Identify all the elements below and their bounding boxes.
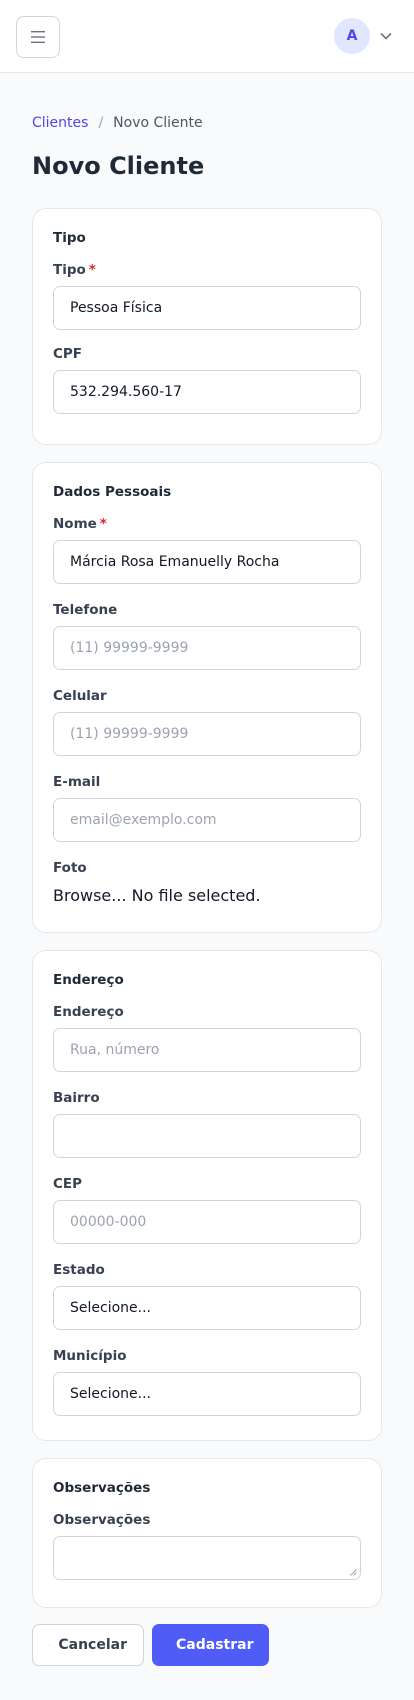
user-menu[interactable]: A xyxy=(334,18,392,54)
form-actions: Cancelar Cadastrar xyxy=(32,1624,382,1666)
bairro-label: Bairro xyxy=(53,1090,100,1106)
celular-input[interactable]: (11) 99999-9999 xyxy=(53,712,361,756)
nome-label-text: Nome xyxy=(53,516,97,532)
observacoes-section-title: Observações xyxy=(53,1480,151,1496)
estado-label: Estado xyxy=(53,1262,105,1278)
telefone-label: Telefone xyxy=(53,602,118,618)
estado-select[interactable]: Selecione... xyxy=(53,1286,361,1330)
endereco-section-title: Endereço xyxy=(53,972,124,988)
celular-label: Celular xyxy=(53,688,107,704)
resize-grip-icon[interactable] xyxy=(350,1569,357,1576)
browse-button[interactable]: Browse... xyxy=(53,886,127,905)
email-label: E-mail xyxy=(53,774,101,790)
nome-label: Nome * xyxy=(53,515,361,533)
foto-file-input[interactable]: Browse... No file selected. xyxy=(53,886,361,905)
submit-button-label: Cadastrar xyxy=(176,1637,254,1653)
arrow-left-icon xyxy=(49,1644,51,1646)
file-status: No file selected. xyxy=(131,886,261,905)
breadcrumb-link-clientes[interactable]: Clientes xyxy=(32,115,88,131)
dados-section-title: Dados Pessoais xyxy=(53,484,172,500)
municipio-select[interactable]: Selecione... xyxy=(53,1372,361,1416)
required-marker: * xyxy=(99,516,107,532)
tipo-select[interactable]: Pessoa Física xyxy=(53,286,361,330)
cep-label: CEP xyxy=(53,1176,83,1192)
tipo-label-text: Tipo xyxy=(53,262,86,278)
observacoes-textarea[interactable] xyxy=(53,1536,361,1580)
breadcrumb-current: Novo Cliente xyxy=(113,115,203,131)
bairro-input[interactable] xyxy=(53,1114,361,1158)
telefone-input[interactable]: (11) 99999-9999 xyxy=(53,626,361,670)
hamburger-menu-icon xyxy=(31,31,45,43)
cpf-label: CPF xyxy=(53,346,83,362)
endereco-card: Endereço Endereço Rua, número Bairro CEP… xyxy=(32,950,382,1441)
email-input[interactable]: email@exemplo.com xyxy=(53,798,361,842)
tipo-card: Tipo Tipo * Pessoa Física CPF 532.294.560… xyxy=(32,208,382,445)
cep-input[interactable]: 00000-000 xyxy=(53,1200,361,1244)
tipo-label: Tipo * xyxy=(53,261,361,279)
tipo-section-title: Tipo xyxy=(53,230,86,246)
cancel-button-label: Cancelar xyxy=(58,1637,127,1653)
observacoes-card: Observações Observações xyxy=(32,1458,382,1608)
page-title: Novo Cliente xyxy=(32,152,205,180)
foto-label: Foto xyxy=(53,860,87,876)
avatar[interactable]: A xyxy=(334,18,370,54)
breadcrumb-separator: / xyxy=(98,115,104,131)
required-marker: * xyxy=(88,262,96,278)
endereco-input[interactable]: Rua, número xyxy=(53,1028,361,1072)
municipio-label: Município xyxy=(53,1348,127,1364)
endereco-label: Endereço xyxy=(53,1004,124,1020)
cpf-input[interactable]: 532.294.560-17 xyxy=(53,370,361,414)
dados-pessoais-card: Dados Pessoais Nome * Márcia Rosa Emanuel… xyxy=(32,462,382,933)
submit-button[interactable]: Cadastrar xyxy=(152,1624,269,1666)
cancel-button[interactable]: Cancelar xyxy=(32,1624,144,1666)
observacoes-label: Observações xyxy=(53,1512,151,1528)
menu-button[interactable] xyxy=(16,16,60,58)
nome-input[interactable]: Márcia Rosa Emanuelly Rocha xyxy=(53,540,361,584)
chevron-down-icon[interactable] xyxy=(380,32,392,40)
breadcrumb: Clientes / Novo Cliente xyxy=(32,113,382,133)
top-bar: A xyxy=(0,0,414,73)
